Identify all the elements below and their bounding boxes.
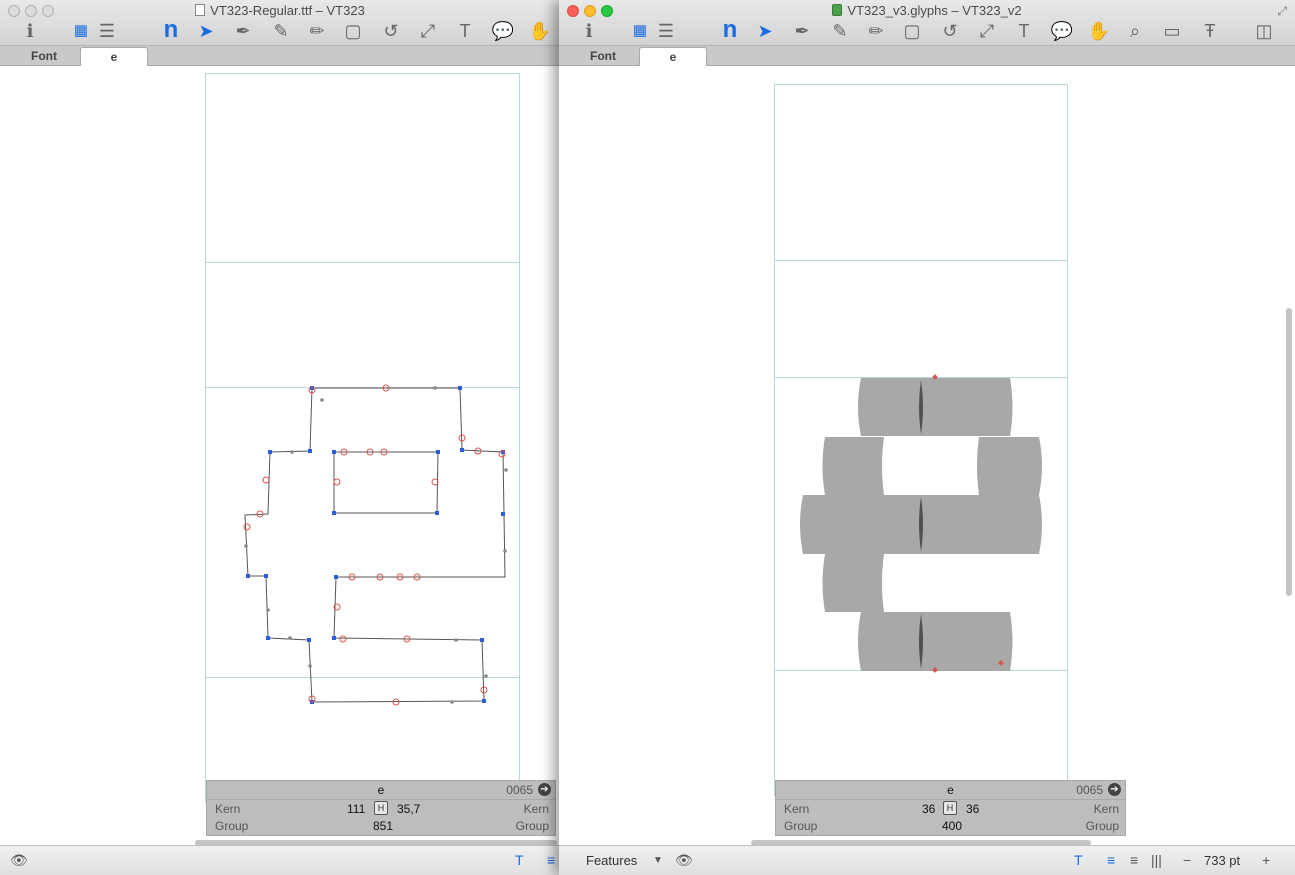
- sidebearing-link-icon[interactable]: H: [943, 801, 957, 815]
- kerning-mode-icon[interactable]: T: [1074, 852, 1083, 868]
- align-left-icon[interactable]: ≡: [1107, 852, 1115, 868]
- select-tool-icon[interactable]: ➤: [752, 18, 778, 44]
- eye-icon[interactable]: 👁: [675, 852, 693, 869]
- align-right-icon[interactable]: ≡: [1130, 852, 1138, 868]
- kern-label-left: Kern: [784, 802, 810, 816]
- unicode-value[interactable]: 0065: [506, 783, 533, 797]
- kern-label-right: Kern: [523, 802, 549, 816]
- left-window: VT323-Regular.ttf – VT323 ℹ ▦ ☰ n ➤ ✒ ✎ …: [0, 0, 560, 875]
- hand-tool-icon[interactable]: ✋: [1086, 18, 1112, 44]
- group-label-right: Group: [515, 819, 549, 833]
- tab-glyph-e[interactable]: e: [80, 47, 148, 66]
- text-tool-icon[interactable]: T: [1011, 18, 1037, 44]
- left-sidebearing[interactable]: 111: [347, 802, 365, 816]
- info-icon[interactable]: ℹ: [576, 18, 602, 44]
- kern-label-right: Kern: [1093, 802, 1119, 816]
- group-label-left: Group: [215, 819, 249, 833]
- n-preview-icon[interactable]: n: [717, 18, 743, 44]
- status-bar: 👁 T ≡: [0, 845, 560, 875]
- zoom-level[interactable]: 733 pt: [1204, 853, 1240, 868]
- rectangle-tool-icon[interactable]: ▢: [899, 18, 925, 44]
- glyph-width[interactable]: 400: [942, 819, 962, 833]
- right-window: VT323_v3.glyphs – VT323_v2 ⤢ ℹ ▦ ☰ n ➤ ✒…: [559, 0, 1295, 875]
- pen-tool-icon[interactable]: ✎: [827, 18, 853, 44]
- tab-bar: Font e: [0, 46, 560, 66]
- vertical-scrollbar[interactable]: [1286, 308, 1292, 596]
- kern-label-left: Kern: [215, 802, 241, 816]
- glyph-name[interactable]: e: [207, 783, 555, 797]
- sidebearing-tool-icon[interactable]: Ŧ: [1197, 18, 1223, 44]
- document-icon: [195, 4, 206, 16]
- tab-font[interactable]: Font: [10, 47, 78, 66]
- right-sidebearing[interactable]: 36: [966, 802, 979, 816]
- text-tool-icon[interactable]: T: [452, 18, 478, 44]
- glyph-info-panel: e 0065 ➔ Kern 36 H 36 Kern Group 400 Gro…: [775, 780, 1126, 836]
- toolbar: ℹ ▦ ☰ n ➤ ✒ ✎ ✏ ▢ ↺ ⤢ T 💬 ✋: [0, 18, 560, 44]
- pen-tool-icon[interactable]: ✎: [268, 18, 294, 44]
- grid-view-icon[interactable]: ▦: [627, 18, 653, 44]
- scale-tool-icon[interactable]: ⤢: [415, 18, 441, 44]
- sidebearing-link-icon[interactable]: H: [374, 801, 388, 815]
- annotation-tool-icon[interactable]: 💬: [490, 18, 516, 44]
- tab-bar: Font e: [559, 46, 1295, 66]
- tab-glyph-e[interactable]: e: [639, 47, 707, 66]
- scale-tool-icon[interactable]: ⤢: [974, 18, 1000, 44]
- list-view-icon[interactable]: ☰: [94, 18, 120, 44]
- glyph-name[interactable]: e: [776, 783, 1125, 797]
- handle-dots: [244, 386, 508, 704]
- rectangle-tool-icon[interactable]: ▢: [340, 18, 366, 44]
- left-sidebearing[interactable]: 36: [922, 802, 935, 816]
- features-popup[interactable]: Features: [586, 853, 637, 868]
- info-icon[interactable]: ℹ: [17, 18, 43, 44]
- zoom-tool-icon[interactable]: ⌕: [1122, 18, 1148, 44]
- pencil-tool-icon[interactable]: ✏: [304, 18, 330, 44]
- rotate-tool-icon[interactable]: ↺: [937, 18, 963, 44]
- align-left-icon[interactable]: ≡: [547, 852, 555, 868]
- pencil-tool-icon[interactable]: ✏: [863, 18, 889, 44]
- glyph-info-panel: e 0065 ➔ Kern 111 H 35,7 Kern Group 851 …: [206, 780, 556, 836]
- arrow-right-icon[interactable]: ➔: [538, 783, 551, 796]
- chevron-down-icon[interactable]: ▼: [653, 855, 663, 866]
- title-bar: VT323_v3.glyphs – VT323_v2 ⤢ ℹ ▦ ☰ n ➤ ✒…: [559, 0, 1295, 46]
- grid-view-icon[interactable]: ▦: [68, 18, 94, 44]
- draw-tool-icon[interactable]: ✒: [230, 18, 256, 44]
- window-title: VT323-Regular.ttf – VT323: [0, 3, 560, 18]
- group-label-left: Group: [784, 819, 818, 833]
- window-title: VT323_v3.glyphs – VT323_v2: [559, 3, 1295, 18]
- list-view-icon[interactable]: ☰: [653, 18, 679, 44]
- zoom-out-icon[interactable]: −: [1183, 852, 1191, 868]
- draw-tool-icon[interactable]: ✒: [789, 18, 815, 44]
- zoom-in-icon[interactable]: +: [1262, 852, 1270, 868]
- unicode-value[interactable]: 0065: [1076, 783, 1103, 797]
- status-bar: Features ▼ 👁 T ≡ ≡ ||| − 733 pt +: [559, 845, 1295, 875]
- group-label-right: Group: [1085, 819, 1119, 833]
- outline-nodes: [246, 386, 505, 704]
- annotation-tool-icon[interactable]: 💬: [1049, 18, 1075, 44]
- glyph-outline[interactable]: [0, 66, 560, 846]
- offcurve-points: [243, 384, 506, 706]
- hand-tool-icon[interactable]: ✋: [527, 18, 553, 44]
- arrow-right-icon[interactable]: ➔: [1108, 783, 1121, 796]
- rotate-tool-icon[interactable]: ↺: [378, 18, 404, 44]
- select-tool-icon[interactable]: ➤: [193, 18, 219, 44]
- title-bar: VT323-Regular.ttf – VT323 ℹ ▦ ☰ n ➤ ✒ ✎ …: [0, 0, 560, 46]
- measure-tool-icon[interactable]: ▭: [1159, 18, 1185, 44]
- kern-row: Kern 111 H 35,7 Kern: [207, 799, 555, 817]
- n-preview-icon[interactable]: n: [158, 18, 184, 44]
- glyph-width[interactable]: 851: [373, 819, 393, 833]
- edit-canvas[interactable]: [0, 66, 560, 845]
- kern-row: Kern 36 H 36 Kern: [776, 799, 1125, 817]
- tab-font[interactable]: Font: [569, 47, 637, 66]
- document-icon: [832, 4, 843, 16]
- edit-canvas[interactable]: [559, 66, 1295, 845]
- kerning-mode-icon[interactable]: T: [515, 852, 524, 868]
- fullscreen-icon[interactable]: ⤢: [1277, 4, 1287, 19]
- right-sidebearing[interactable]: 35,7: [397, 802, 420, 816]
- sidebar-toggle-icon[interactable]: ◫: [1251, 18, 1277, 44]
- toolbar: ℹ ▦ ☰ n ➤ ✒ ✎ ✏ ▢ ↺ ⤢ T 💬 ✋ ⌕ ▭ Ŧ ◫: [559, 18, 1295, 44]
- eye-icon[interactable]: 👁: [10, 852, 28, 869]
- barcode-view-icon[interactable]: |||: [1151, 852, 1162, 868]
- glyph-preview: [800, 374, 1042, 673]
